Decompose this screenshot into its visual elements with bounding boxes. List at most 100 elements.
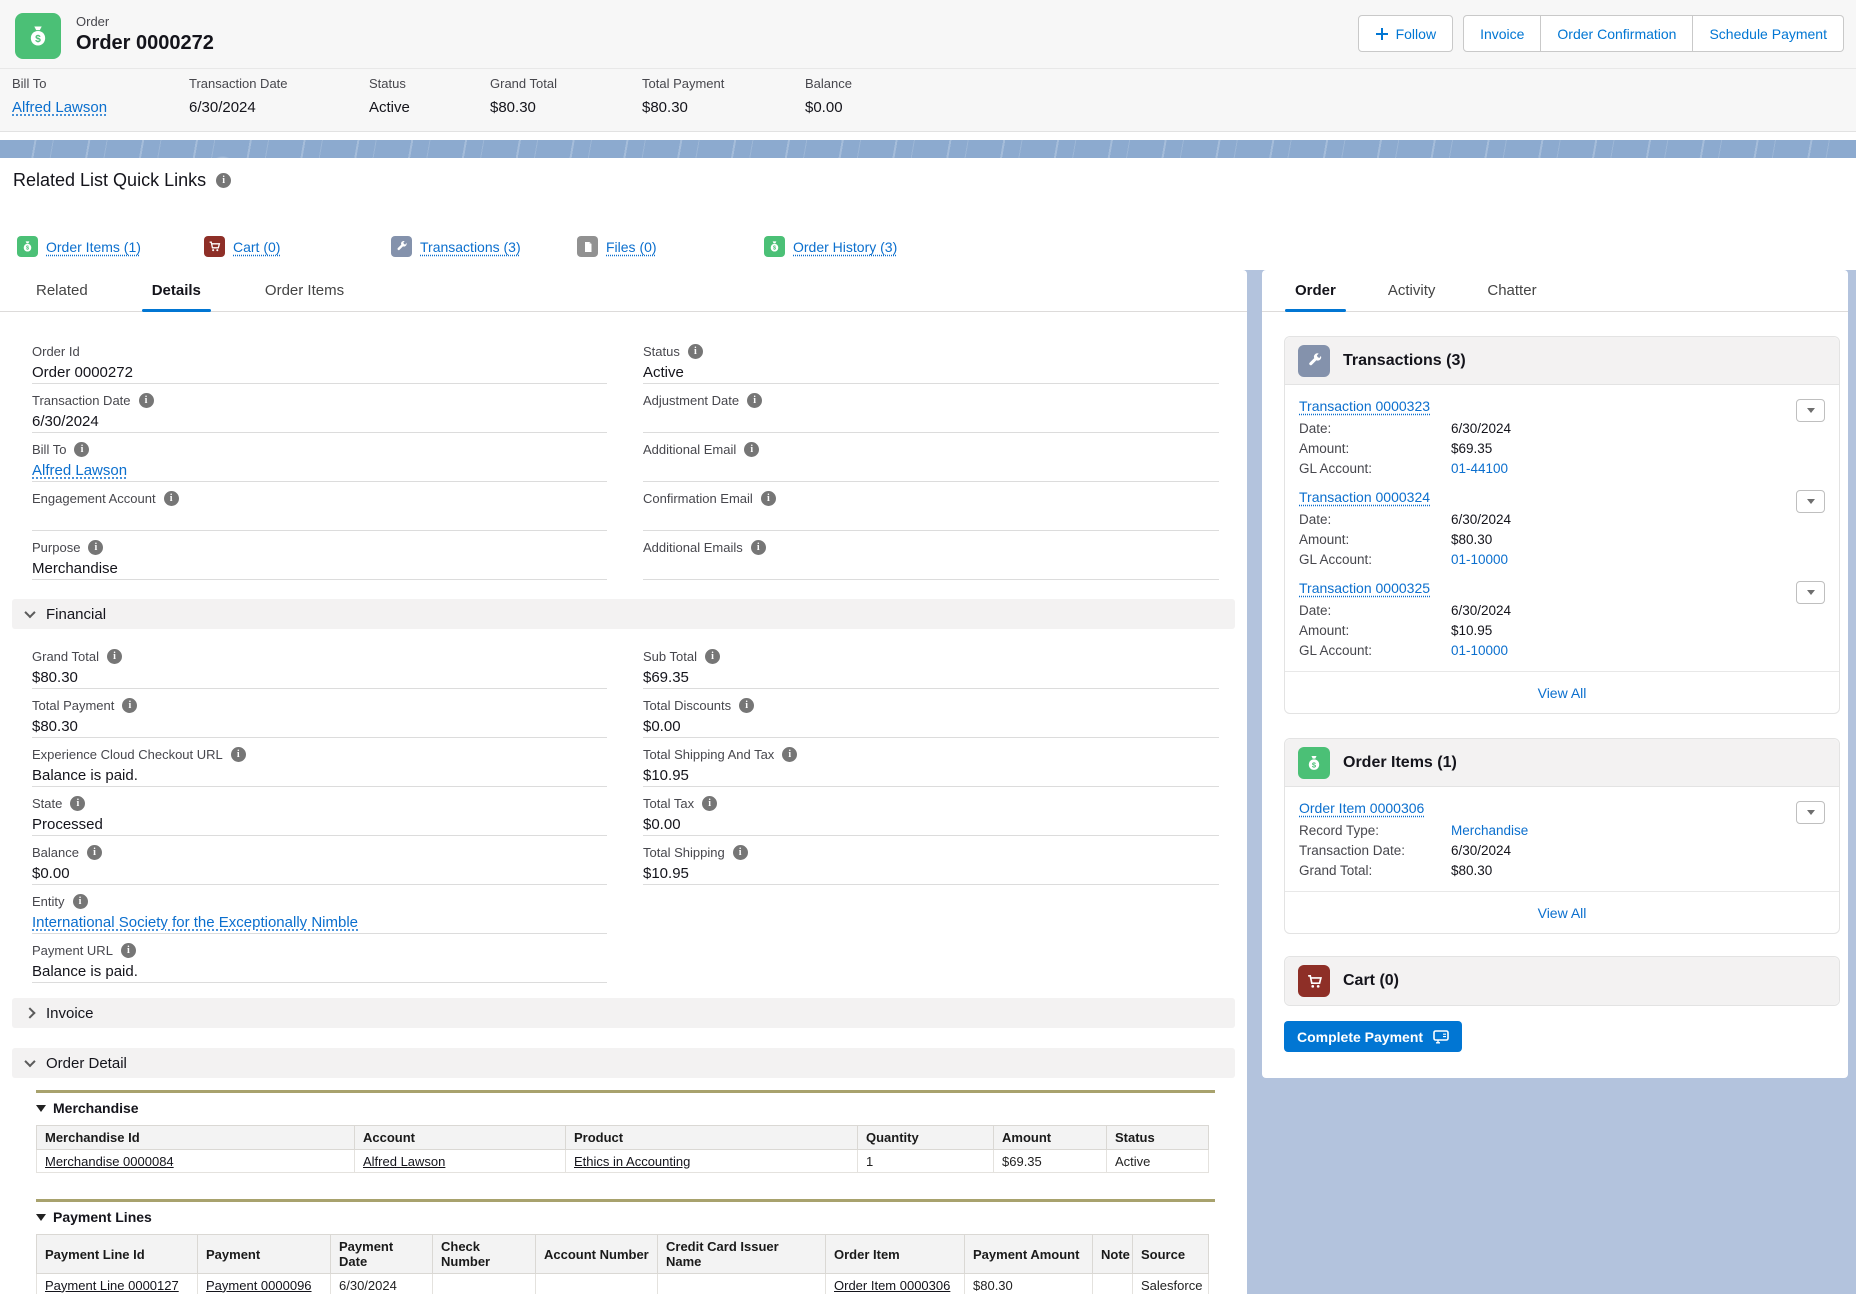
summary-label: Status: [369, 76, 410, 91]
row-actions-dropdown-button[interactable]: [1796, 490, 1825, 513]
quick-link-label[interactable]: Order Items (1): [46, 239, 141, 255]
info-icon: [87, 845, 102, 860]
field-total-shipping-and-tax: Total Shipping And Tax $10.95: [643, 738, 1219, 787]
view-all-link[interactable]: View All: [1538, 685, 1587, 701]
product-record-link[interactable]: Ethics in Accounting: [574, 1154, 690, 1169]
column-header: Payment: [198, 1235, 331, 1274]
payment-record-link[interactable]: Payment 0000096: [206, 1278, 312, 1293]
complete-payment-button[interactable]: Complete Payment: [1284, 1021, 1462, 1052]
gl-account-link[interactable]: 01-10000: [1451, 552, 1508, 567]
info-icon: [702, 796, 717, 811]
merchandise-table: Merchandise Id Account Product Quantity …: [36, 1125, 1209, 1173]
quick-link-files[interactable]: Files (0): [577, 236, 657, 257]
bill-to-link[interactable]: Alfred Lawson: [12, 99, 107, 116]
summary-value: 6/30/2024: [189, 99, 288, 116]
entity-record-link[interactable]: International Society for the Exceptiona…: [32, 914, 358, 931]
row-actions-dropdown-button[interactable]: [1796, 399, 1825, 422]
gl-account-link[interactable]: 01-10000: [1451, 643, 1508, 658]
quick-link-label[interactable]: Order History (3): [793, 239, 897, 255]
invoice-button[interactable]: Invoice: [1463, 15, 1541, 52]
subsection-title-text: Payment Lines: [53, 1209, 152, 1225]
summary-balance: Balance $0.00: [805, 76, 852, 116]
tab-chatter[interactable]: Chatter: [1477, 270, 1546, 311]
invoice-section-header[interactable]: Invoice: [12, 998, 1235, 1028]
column-header: Account Number: [536, 1235, 658, 1274]
quick-link-cart[interactable]: Cart (0): [204, 236, 280, 257]
info-icon: [747, 393, 762, 408]
quick-link-label[interactable]: Files (0): [606, 239, 657, 255]
tab-details[interactable]: Details: [142, 270, 211, 311]
gl-account-link[interactable]: 01-44100: [1451, 461, 1508, 476]
field-total-discounts: Total Discounts $0.00: [643, 689, 1219, 738]
field-value: Balance is paid.: [32, 767, 607, 785]
quick-link-label[interactable]: Cart (0): [233, 239, 280, 255]
payment-lines-table: Payment Line Id Payment Payment Date Che…: [36, 1234, 1209, 1294]
order-item-record-link[interactable]: Order Item 0000306: [834, 1278, 950, 1293]
info-icon: [73, 894, 88, 909]
field-value: $10.95: [643, 865, 1219, 883]
record-type-link[interactable]: Merchandise: [1451, 823, 1528, 838]
info-icon: [216, 173, 231, 188]
field-adjustment-date: Adjustment Date: [643, 384, 1219, 433]
financial-section-header[interactable]: Financial: [12, 599, 1235, 629]
transaction-record-link[interactable]: Transaction 0000323: [1299, 398, 1430, 414]
payment-line-record-link[interactable]: Payment Line 0000127: [45, 1278, 179, 1293]
row-actions-dropdown-button[interactable]: [1796, 581, 1825, 604]
field-confirmation-email: Confirmation Email: [643, 482, 1219, 531]
card-title: Transactions (3): [1343, 352, 1466, 370]
order-items-view-all: View All: [1285, 891, 1839, 933]
order-item-record-link[interactable]: Order Item 0000306: [1299, 800, 1424, 816]
table-cell: $69.35: [994, 1150, 1107, 1173]
tab-related[interactable]: Related: [26, 270, 98, 311]
main-record-card: Related Details Order Items Order Id Ord…: [0, 270, 1247, 1294]
column-header: Merchandise Id: [37, 1126, 355, 1150]
field-label: Balance: [32, 845, 79, 860]
summary-value: $80.30: [642, 99, 724, 116]
schedule-payment-button[interactable]: Schedule Payment: [1693, 15, 1844, 52]
payment-lines-subsection-title[interactable]: Payment Lines: [36, 1209, 1215, 1225]
quick-links-row: $ Order Items (1) Cart (0) Transactions …: [0, 236, 1856, 262]
table-row: Payment Line 0000127 Payment 0000096 6/3…: [37, 1274, 1209, 1294]
quick-link-transactions[interactable]: Transactions (3): [391, 236, 521, 257]
transaction-record-link[interactable]: Transaction 0000325: [1299, 580, 1430, 596]
quick-link-order-history[interactable]: $ Order History (3): [764, 236, 897, 257]
field-value: Merchandise: [32, 560, 607, 578]
field-total-shipping: Total Shipping $10.95: [643, 836, 1219, 885]
field-label: Total Tax: [643, 796, 694, 811]
table-cell: 6/30/2024: [331, 1274, 433, 1294]
chevron-down-icon: [24, 1056, 35, 1067]
field-label: Adjustment Date: [643, 393, 739, 408]
quick-link-order-items[interactable]: $ Order Items (1): [17, 236, 141, 257]
account-record-link[interactable]: Alfred Lawson: [363, 1154, 445, 1169]
order-items-card-header: $ Order Items (1): [1285, 739, 1839, 787]
tab-order-items[interactable]: Order Items: [255, 270, 354, 311]
entry-field-label: Record Type:: [1299, 823, 1451, 838]
order-detail-section-header[interactable]: Order Detail: [12, 1048, 1235, 1078]
merchandise-record-link[interactable]: Merchandise 0000084: [45, 1154, 174, 1169]
entry-field-label: Grand Total:: [1299, 863, 1451, 878]
merchandise-subsection-title[interactable]: Merchandise: [36, 1100, 1215, 1116]
order-confirmation-button[interactable]: Order Confirmation: [1541, 15, 1693, 52]
bill-to-record-link[interactable]: Alfred Lawson: [32, 462, 127, 479]
field-label: Experience Cloud Checkout URL: [32, 747, 223, 762]
row-actions-dropdown-button[interactable]: [1796, 801, 1825, 824]
view-all-link[interactable]: View All: [1538, 905, 1587, 921]
tab-activity[interactable]: Activity: [1378, 270, 1446, 311]
quick-links-title: Related List Quick Links: [13, 170, 231, 191]
header-actions: Follow Invoice Order Confirmation Schedu…: [1358, 15, 1844, 52]
quick-link-label[interactable]: Transactions (3): [420, 239, 521, 255]
details-fields: Order Id Order 0000272 Transaction Date …: [32, 335, 1219, 580]
wrench-icon: [1298, 345, 1330, 377]
transaction-entry: Transaction 0000325 Date:6/30/2024 Amoun…: [1299, 580, 1825, 658]
transaction-record-link[interactable]: Transaction 0000324: [1299, 489, 1430, 505]
info-icon: [733, 845, 748, 860]
entry-field-value: 6/30/2024: [1451, 843, 1511, 858]
entry-field-value: $80.30: [1451, 863, 1492, 878]
tab-order[interactable]: Order: [1285, 270, 1346, 311]
merchandise-subsection: Merchandise Merchandise Id Account Produ…: [36, 1090, 1215, 1173]
summary-value: Active: [369, 99, 410, 116]
field-label: Additional Emails: [643, 540, 743, 555]
follow-button[interactable]: Follow: [1358, 15, 1453, 52]
field-value: $10.95: [643, 767, 1219, 785]
header-button-group: Invoice Order Confirmation Schedule Paym…: [1463, 15, 1844, 52]
